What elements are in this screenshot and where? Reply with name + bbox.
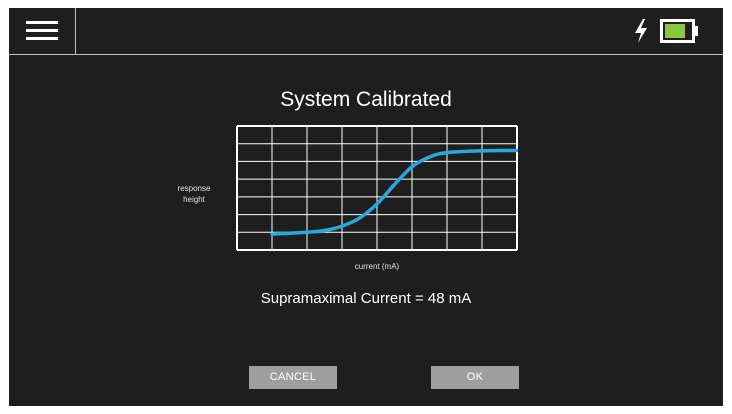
top-bar: [9, 8, 723, 55]
menu-button[interactable]: [9, 8, 76, 54]
dialog-title: System Calibrated: [280, 88, 452, 111]
result-label: Supramaximal Current =: [260, 290, 428, 307]
result-text: Supramaximal Current = 48 mA: [9, 290, 723, 307]
cancel-button[interactable]: CANCEL: [249, 366, 337, 389]
lightning-bolt-icon: [635, 19, 647, 43]
result-value: 48 mA: [427, 290, 472, 307]
calibration-chart: [236, 125, 518, 251]
hamburger-menu-icon: [26, 21, 58, 40]
battery-icon: [660, 19, 698, 43]
chart-y-axis-label: response height: [177, 184, 211, 204]
ok-button[interactable]: OK: [431, 366, 519, 389]
chart-x-axis-label: current (mA): [354, 262, 400, 271]
battery-fill: [665, 24, 685, 38]
screen: System Calibrated response height curren…: [9, 8, 723, 406]
response-curve: [270, 148, 518, 236]
